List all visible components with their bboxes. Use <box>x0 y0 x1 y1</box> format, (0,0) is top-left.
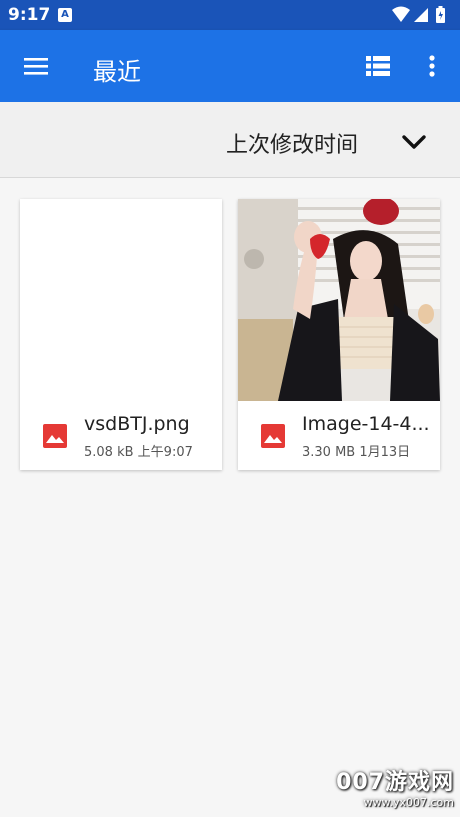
app-bar: 最近 <box>0 30 460 102</box>
image-icon <box>261 424 285 448</box>
sort-bar[interactable]: 上次修改时间 <box>0 102 460 178</box>
file-thumbnail[interactable] <box>20 199 222 401</box>
status-bar: 9:17 A <box>0 0 460 30</box>
file-card[interactable]: Image-14-4... 3.30 MB 1月13日 <box>238 199 440 470</box>
file-name: vsdBTJ.png <box>84 413 190 435</box>
hamburger-menu-icon[interactable] <box>18 48 54 84</box>
image-icon <box>43 424 67 448</box>
status-time: 9:17 <box>8 5 51 25</box>
signal-icon <box>414 8 428 22</box>
watermark: 007游戏网 www.yx007.com <box>336 764 454 809</box>
watermark-url: www.yx007.com <box>363 796 454 809</box>
more-vert-icon[interactable] <box>420 48 444 84</box>
battery-icon <box>436 6 445 23</box>
list-view-icon[interactable] <box>362 50 394 82</box>
file-size: 3.30 MB <box>302 445 356 460</box>
chevron-down-icon[interactable] <box>400 128 428 156</box>
file-name: Image-14-4... <box>302 413 430 435</box>
page-title: 最近 <box>93 58 141 86</box>
file-date: 1月13日 <box>359 445 411 460</box>
file-date: 上午9:07 <box>137 445 193 460</box>
file-meta: 3.30 MB 1月13日 <box>302 441 410 460</box>
sort-label[interactable]: 上次修改时间 <box>226 127 358 159</box>
status-icons <box>392 6 445 23</box>
watermark-logo: 007游戏网 <box>336 770 454 795</box>
file-card[interactable]: vsdBTJ.png 5.08 kB 上午9:07 <box>20 199 222 470</box>
file-thumbnail[interactable] <box>238 199 440 401</box>
file-meta: 5.08 kB 上午9:07 <box>84 441 193 460</box>
wifi-icon <box>392 6 410 22</box>
file-size: 5.08 kB <box>84 445 134 460</box>
photo-thumbnail-image <box>238 199 440 401</box>
notification-icon: A <box>58 8 72 22</box>
